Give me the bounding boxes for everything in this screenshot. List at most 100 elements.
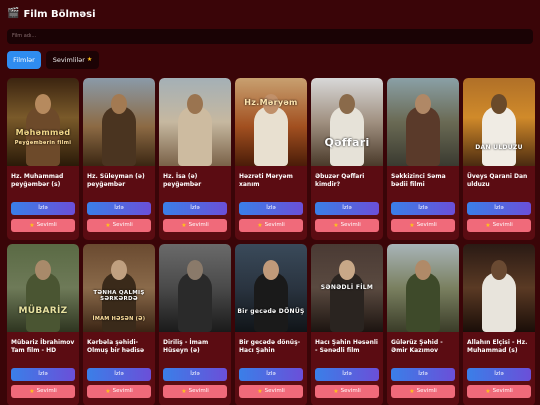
movie-card[interactable]: Məhəmməd Peyğəmbərin filmi Hz. Muhammad pe… <box>7 77 79 240</box>
poster-figure-head <box>415 259 431 280</box>
movie-card[interactable]: Bir gecədə DÖNÜŞ Bir gecədə dönüş-Hacı Şa… <box>235 243 307 405</box>
movie-poster[interactable] <box>159 243 231 332</box>
poster-figure <box>330 271 364 332</box>
movie-card[interactable]: Qəffari Əbuzər Qəffari kimdir? İzlə ★ Seviml… <box>311 77 383 240</box>
page-title: Film Bölməsi <box>23 8 96 20</box>
movie-card[interactable]: Hz. Süleyman (ə) peyğəmbər İzlə ★ Sevimli <box>83 77 155 240</box>
poster-caption: TƏNHA QALMIŞ SƏRKƏRDƏ <box>93 289 145 302</box>
search-input[interactable] <box>7 28 533 44</box>
movie-card[interactable]: Hz.Məryəm Həzrəti Məryəm xanım İzlə ★ Seviml… <box>235 77 307 240</box>
favorite-button-label: Sevimli <box>112 222 133 228</box>
poster-figure <box>254 105 288 166</box>
watch-button[interactable]: İzlə <box>163 201 227 215</box>
movie-poster[interactable] <box>387 243 459 332</box>
poster-caption: SƏNƏDLİ FİLM <box>320 283 374 291</box>
watch-button-label: İzlə <box>266 371 276 377</box>
movie-title: Kərbəla şəhidi-Olmuş bir hədisə <box>87 338 145 354</box>
movie-poster[interactable]: SƏNƏDLİ FİLM <box>311 243 383 332</box>
favorite-button[interactable]: ★ Sevimli <box>239 384 303 398</box>
favorite-button[interactable]: ★ Sevimli <box>467 218 531 232</box>
movie-poster[interactable]: Bir gecədə DÖNÜŞ <box>235 243 307 332</box>
movie-card[interactable]: Diriliş - İmam Hüseyn (ə) İzlə ★ Sevimli <box>159 243 231 405</box>
poster-figure-head <box>187 259 203 280</box>
movie-poster[interactable]: MÜBARİZ <box>7 243 79 332</box>
movie-card[interactable]: Hz. İsa (ə) peyğəmbər İzlə ★ Sevimli <box>159 77 231 240</box>
star-icon: ★ <box>333 387 339 395</box>
favorite-button-label: Sevimli <box>188 388 209 394</box>
movie-poster[interactable]: Qəffari <box>311 77 383 166</box>
watch-button-label: İzlə <box>494 371 504 377</box>
watch-button-label: İzlə <box>342 371 352 377</box>
watch-button[interactable]: İzlə <box>391 201 455 215</box>
favorite-button-label: Sevimli <box>188 222 209 228</box>
movie-card[interactable]: SƏNƏDLİ FİLM Hacı Şahin Həsənli - Sənədli… <box>311 243 383 405</box>
favorite-button[interactable]: ★ Sevimli <box>391 218 455 232</box>
star-icon: ★ <box>181 221 187 229</box>
favorite-button[interactable]: ★ Sevimli <box>467 384 531 398</box>
movie-poster[interactable] <box>159 77 231 166</box>
favorite-button[interactable]: ★ Sevimli <box>11 384 75 398</box>
tab-favorites-label: Sevimlilər <box>52 55 85 64</box>
poster-figure-head <box>187 93 203 114</box>
watch-button-label: İzlə <box>114 205 124 211</box>
watch-button[interactable]: İzlə <box>87 201 151 215</box>
favorite-button[interactable]: ★ Sevimli <box>87 218 151 232</box>
poster-figure-head <box>35 259 51 280</box>
movie-poster[interactable] <box>463 243 535 332</box>
watch-button-label: İzlə <box>418 205 428 211</box>
watch-button[interactable]: İzlə <box>467 367 531 381</box>
favorite-button[interactable]: ★ Sevimli <box>11 218 75 232</box>
movie-poster[interactable]: Məhəmməd Peyğəmbərin filmi <box>7 77 79 166</box>
favorite-button[interactable]: ★ Sevimli <box>87 384 151 398</box>
watch-button[interactable]: İzlə <box>87 367 151 381</box>
favorite-button[interactable]: ★ Sevimli <box>315 384 379 398</box>
watch-button[interactable]: İzlə <box>239 201 303 215</box>
favorite-button-label: Sevimli <box>264 388 285 394</box>
poster-figure-head <box>339 259 355 280</box>
poster-figure-head <box>263 259 279 280</box>
movie-title: Gülərüz Şəhid - Əmir Kazımov <box>391 338 443 354</box>
poster-caption: Hz.Məryəm <box>244 97 298 107</box>
tab-favorites[interactable]: Sevimlilər ★ <box>46 50 99 69</box>
movie-title: Səkkizinci Səma bədii filmi <box>391 172 446 188</box>
movie-poster[interactable]: TƏNHA QALMIŞ SƏRKƏRDƏ İMAM HƏSƏN (Ə) <box>83 243 155 332</box>
watch-button[interactable]: İzlə <box>315 367 379 381</box>
watch-button[interactable]: İzlə <box>391 367 455 381</box>
favorite-button-label: Sevimli <box>340 222 361 228</box>
favorite-button[interactable]: ★ Sevimli <box>391 384 455 398</box>
watch-button-label: İzlə <box>418 371 428 377</box>
favorite-button[interactable]: ★ Sevimli <box>239 218 303 232</box>
poster-figure <box>482 271 516 332</box>
movie-title: Hz. Süleyman (ə) peyğəmbər <box>87 172 145 188</box>
favorite-button[interactable]: ★ Sevimli <box>315 218 379 232</box>
tab-films[interactable]: Filmlər <box>7 50 41 69</box>
movie-card[interactable]: Allahın Elçisi - Hz. Muhammad (s) İzlə ★ Se… <box>463 243 535 405</box>
favorite-button-label: Sevimli <box>36 222 57 228</box>
movie-title: Əbuzər Qəffari kimdir? <box>315 172 365 188</box>
clapper-board-icon: 🎬 <box>7 8 20 19</box>
poster-figure-head <box>35 93 51 114</box>
watch-button[interactable]: İzlə <box>467 201 531 215</box>
poster-caption: Qəffari <box>324 135 370 149</box>
watch-button[interactable]: İzlə <box>239 367 303 381</box>
poster-figure-head <box>415 93 431 114</box>
movie-poster[interactable]: Hz.Məryəm <box>235 77 307 166</box>
watch-button[interactable]: İzlə <box>315 201 379 215</box>
movie-card[interactable]: TƏNHA QALMIŞ SƏRKƏRDƏ İMAM HƏSƏN (Ə) Kərbə… <box>83 243 155 405</box>
movie-card[interactable]: MÜBARİZ Mübariz İbrahimov Tam film - HD İz… <box>7 243 79 405</box>
favorite-button[interactable]: ★ Sevimli <box>163 218 227 232</box>
watch-button[interactable]: İzlə <box>11 367 75 381</box>
movie-poster[interactable] <box>83 77 155 166</box>
movie-title: Hz. Muhammad peyğəmbər (s) <box>11 172 64 188</box>
star-icon: ★ <box>333 221 339 229</box>
movie-card[interactable]: DAN ULDUZU Üveys Qarani Dan ulduzu İzlə ★ Se… <box>463 77 535 240</box>
favorite-button-label: Sevimli <box>340 388 361 394</box>
movie-title: Mübariz İbrahimov Tam film - HD <box>11 338 75 354</box>
movie-card[interactable]: Səkkizinci Səma bədii filmi İzlə ★ Sevimli <box>387 77 459 240</box>
watch-button[interactable]: İzlə <box>163 367 227 381</box>
movie-poster[interactable] <box>387 77 459 166</box>
movie-card[interactable]: Gülərüz Şəhid - Əmir Kazımov İzlə ★ Sevimli <box>387 243 459 405</box>
watch-button[interactable]: İzlə <box>11 201 75 215</box>
movie-poster[interactable]: DAN ULDUZU <box>463 77 535 166</box>
favorite-button[interactable]: ★ Sevimli <box>163 384 227 398</box>
